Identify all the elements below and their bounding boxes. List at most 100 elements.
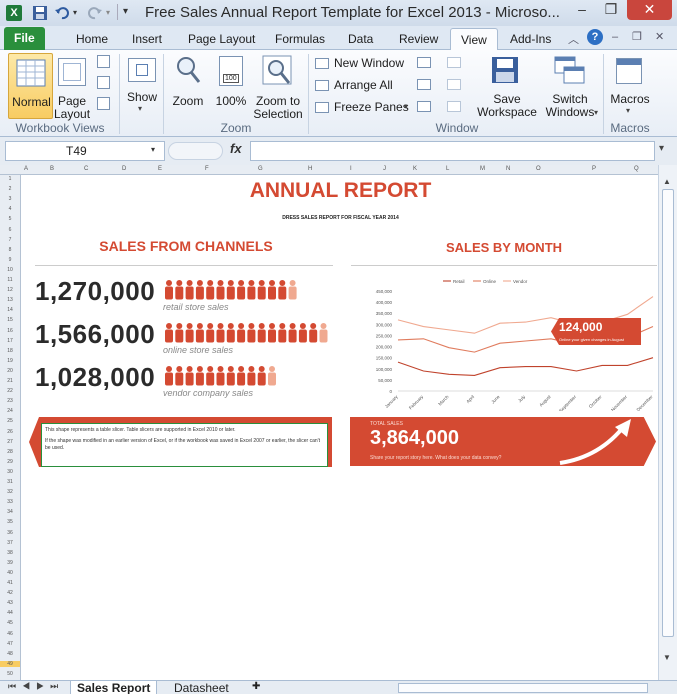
- row-header[interactable]: 10: [0, 267, 20, 273]
- row-header[interactable]: 46: [0, 631, 20, 637]
- row-header[interactable]: 42: [0, 590, 20, 596]
- arrange-all-button[interactable]: Arrange All: [315, 78, 410, 94]
- new-sheet-icon[interactable]: ✚: [252, 681, 260, 692]
- zoom-100-button[interactable]: 100 100%: [212, 53, 250, 119]
- row-header[interactable]: 48: [0, 651, 20, 657]
- macros-button[interactable]: Macros ▾: [608, 53, 652, 119]
- row-header[interactable]: 8: [0, 247, 20, 253]
- row-header[interactable]: 47: [0, 641, 20, 647]
- column-header[interactable]: N: [506, 166, 510, 172]
- slicer-placeholder[interactable]: This shape represents a table slicer. Ta…: [41, 423, 328, 467]
- row-header[interactable]: 33: [0, 499, 20, 505]
- new-window-button[interactable]: New Window: [315, 56, 410, 72]
- row-header[interactable]: 15: [0, 317, 20, 323]
- row-header[interactable]: 19: [0, 358, 20, 364]
- row-header[interactable]: 13: [0, 297, 20, 303]
- column-header[interactable]: E: [158, 166, 162, 172]
- row-header[interactable]: 9: [0, 257, 20, 263]
- show-button[interactable]: Show ▾: [124, 53, 160, 119]
- row-header[interactable]: 50: [0, 671, 20, 677]
- tab-insert[interactable]: Insert: [122, 28, 172, 50]
- reset-window-position-icon[interactable]: [447, 101, 461, 112]
- name-box[interactable]: T49: [5, 141, 165, 161]
- full-screen-icon[interactable]: [97, 97, 110, 110]
- row-header[interactable]: 39: [0, 560, 20, 566]
- row-header[interactable]: 37: [0, 540, 20, 546]
- excel-icon[interactable]: X: [6, 5, 22, 21]
- switch-windows-button[interactable]: Switch Windows ▾: [540, 53, 600, 119]
- close-button[interactable]: ✕: [627, 0, 672, 20]
- undo-icon[interactable]: [54, 5, 70, 21]
- row-header[interactable]: 34: [0, 509, 20, 515]
- zoom-button[interactable]: Zoom: [168, 53, 208, 119]
- tab-add-ins[interactable]: Add-Ins: [500, 28, 561, 50]
- minimize-button[interactable]: –: [568, 0, 596, 20]
- page-layout-view-button[interactable]: Page Layout: [54, 53, 90, 121]
- save-icon[interactable]: [32, 5, 48, 21]
- row-header[interactable]: 38: [0, 550, 20, 556]
- row-header[interactable]: 11: [0, 277, 20, 283]
- tab-view[interactable]: View: [450, 28, 498, 51]
- row-header[interactable]: 21: [0, 378, 20, 384]
- row-header[interactable]: 7: [0, 237, 20, 243]
- view-side-by-side-icon[interactable]: [447, 57, 461, 68]
- column-header[interactable]: B: [50, 166, 54, 172]
- sheet-tab-datasheet[interactable]: Datasheet: [168, 681, 235, 694]
- hide-icon[interactable]: [417, 79, 431, 90]
- sheet-nav-icons[interactable]: ⏮◀▶⏭: [8, 681, 64, 692]
- row-header[interactable]: 23: [0, 398, 20, 404]
- column-header[interactable]: C: [84, 166, 88, 172]
- row-header[interactable]: 22: [0, 388, 20, 394]
- undo-dropdown-icon[interactable]: ▾: [73, 8, 77, 17]
- save-workspace-button[interactable]: Save Workspace: [477, 53, 537, 119]
- row-header[interactable]: 25: [0, 418, 20, 424]
- row-header[interactable]: 3: [0, 196, 20, 202]
- worksheet-grid[interactable]: ANNUAL REPORT DRESS SALES REPORT FOR FIS…: [21, 175, 660, 680]
- row-header[interactable]: 40: [0, 570, 20, 576]
- row-header[interactable]: 18: [0, 348, 20, 354]
- row-header[interactable]: 35: [0, 519, 20, 525]
- row-header[interactable]: 17: [0, 338, 20, 344]
- column-header[interactable]: H: [308, 166, 312, 172]
- column-header[interactable]: Q: [634, 166, 639, 172]
- name-box-dropdown-icon[interactable]: ▾: [151, 145, 155, 154]
- minimize-ribbon-icon[interactable]: ︿: [568, 31, 579, 47]
- row-header[interactable]: 4: [0, 206, 20, 212]
- column-header[interactable]: K: [413, 166, 417, 172]
- row-header[interactable]: 24: [0, 408, 20, 414]
- column-header[interactable]: D: [122, 166, 126, 172]
- row-header[interactable]: 31: [0, 479, 20, 485]
- tab-page-layout[interactable]: Page Layout: [178, 28, 265, 50]
- tab-formulas[interactable]: Formulas: [265, 28, 335, 50]
- scroll-up-icon[interactable]: ▲: [663, 177, 671, 186]
- row-header[interactable]: 12: [0, 287, 20, 293]
- customize-qat-icon[interactable]: ▾: [123, 6, 128, 17]
- column-header[interactable]: P: [592, 166, 596, 172]
- row-header[interactable]: 28: [0, 449, 20, 455]
- formula-bar-splitter[interactable]: [168, 142, 223, 160]
- scroll-down-icon[interactable]: ▼: [663, 653, 671, 662]
- zoom-to-selection-button[interactable]: Zoom to Selection: [252, 53, 304, 121]
- sheet-tab-sales-report[interactable]: Sales Report: [70, 681, 158, 694]
- tab-file[interactable]: File: [4, 27, 45, 50]
- row-header[interactable]: 2: [0, 186, 20, 192]
- redo-dropdown-icon[interactable]: ▾: [106, 8, 110, 17]
- page-break-preview-icon[interactable]: [97, 55, 110, 68]
- expand-formula-bar-icon[interactable]: ▾: [659, 143, 664, 154]
- column-header[interactable]: J: [383, 166, 386, 172]
- tab-review[interactable]: Review: [389, 28, 448, 50]
- column-header[interactable]: I: [350, 166, 352, 172]
- freeze-panes-button[interactable]: Freeze Panes ▾: [315, 100, 412, 116]
- split-icon[interactable]: [417, 57, 431, 68]
- vertical-scrollbar[interactable]: ▲ ▼: [658, 165, 677, 680]
- custom-views-icon[interactable]: [97, 76, 110, 89]
- row-header[interactable]: 44: [0, 610, 20, 616]
- horizontal-scrollbar[interactable]: [398, 683, 648, 693]
- row-header[interactable]: 6: [0, 227, 20, 233]
- insert-function-button[interactable]: fx: [230, 141, 242, 156]
- synchronous-scrolling-icon[interactable]: [447, 79, 461, 90]
- column-header[interactable]: L: [446, 166, 449, 172]
- column-header[interactable]: M: [480, 166, 485, 172]
- column-header[interactable]: G: [258, 166, 263, 172]
- column-header[interactable]: F: [205, 166, 209, 172]
